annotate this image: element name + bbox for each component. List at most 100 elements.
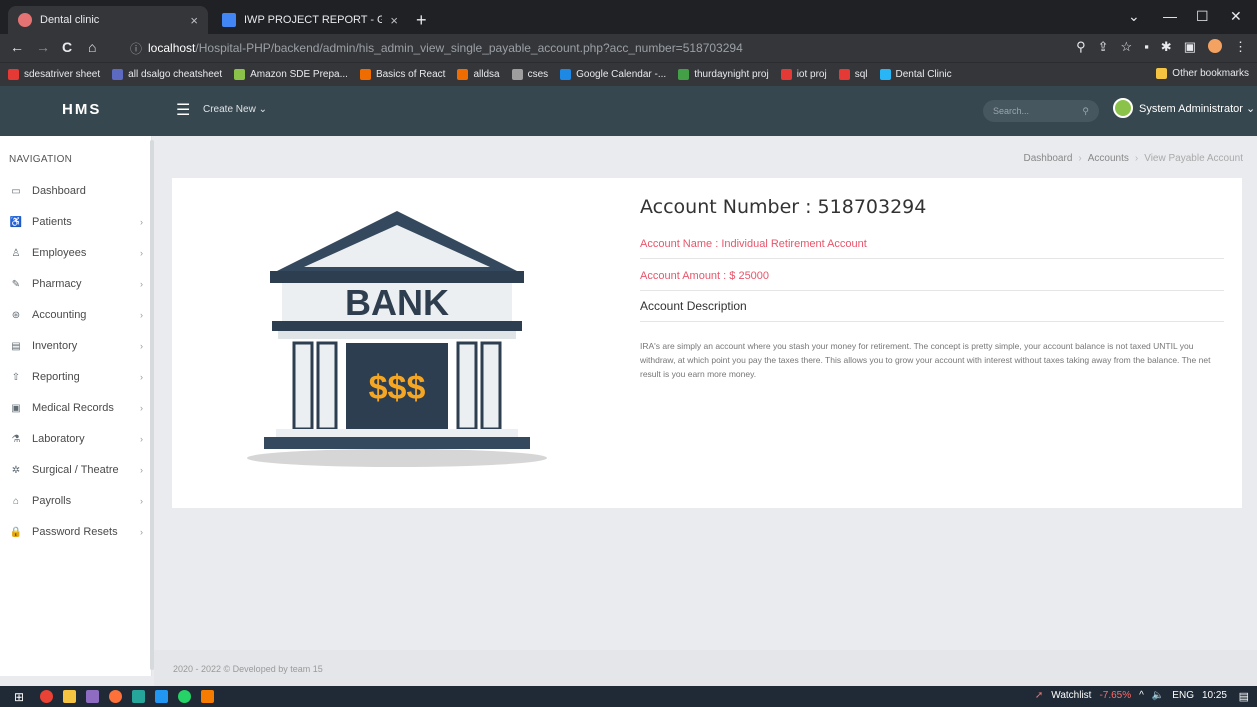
navigation-title: NAVIGATION xyxy=(9,154,73,165)
sidebar-item-label: Medical Records xyxy=(32,402,114,414)
sidebar-item-medical-records[interactable]: ▣ Medical Records › xyxy=(9,397,149,419)
search-icon[interactable]: ⚲ xyxy=(1082,106,1089,117)
sidebar-item-surgical-theatre[interactable]: ✲ Surgical / Theatre › xyxy=(9,459,149,481)
sidebar-item-pharmacy[interactable]: ✎ Pharmacy › xyxy=(9,273,149,295)
sidebar-item-icon: ✲ xyxy=(11,464,21,476)
sidebar-item-label: Reporting xyxy=(32,371,80,383)
sidebar-item-label: Accounting xyxy=(32,309,87,321)
bookmark-favicon-icon xyxy=(112,69,124,80)
bookmark-item[interactable]: iot proj xyxy=(780,69,827,80)
close-tab-icon[interactable]: × xyxy=(390,13,398,28)
extension-icon[interactable]: ▪ xyxy=(1144,39,1149,55)
bookmark-item[interactable]: sql xyxy=(838,69,868,80)
footer: 2020 - 2022 © Developed by team 15 xyxy=(154,650,1257,686)
back-button[interactable]: ← xyxy=(10,39,24,55)
bookmark-item[interactable]: thurdaynight proj xyxy=(678,69,769,80)
sidebar-item-inventory[interactable]: ▤ Inventory › xyxy=(9,335,149,357)
file-explorer-icon[interactable] xyxy=(63,690,76,703)
sidebar-item-patients[interactable]: ♿ Patients › xyxy=(9,211,149,233)
bookmark-label: Amazon SDE Prepa... xyxy=(250,69,348,80)
tab-project-report[interactable]: IWP PROJECT REPORT - Google [ × xyxy=(212,6,408,34)
reload-button[interactable]: C xyxy=(62,39,72,55)
bookmark-item[interactable]: sdesatriver sheet xyxy=(8,69,100,80)
extensions-puzzle-icon[interactable]: ✱ xyxy=(1161,39,1172,55)
zoom-icon[interactable]: ⚲ xyxy=(1076,39,1086,55)
vscode-app-icon[interactable] xyxy=(155,690,168,703)
new-tab-button[interactable]: + xyxy=(416,10,427,31)
bookmark-star-icon[interactable]: ☆ xyxy=(1121,39,1133,55)
bookmark-favicon-icon xyxy=(560,69,572,80)
app-icon[interactable] xyxy=(132,690,145,703)
forward-button[interactable]: → xyxy=(36,39,50,55)
watchlist-label[interactable]: Watchlist xyxy=(1051,690,1091,701)
notifications-icon[interactable]: ▤ xyxy=(1239,690,1249,703)
app-icon[interactable] xyxy=(86,690,99,703)
tab-search-icon[interactable]: ⌄ xyxy=(1128,8,1140,25)
sidebar-item-label: Dashboard xyxy=(32,185,86,197)
tab-title: Dental clinic xyxy=(40,14,100,26)
maximize-button[interactable]: ☐ xyxy=(1196,8,1209,25)
windows-start-icon[interactable]: ⊞ xyxy=(14,690,24,704)
breadcrumb-accounts[interactable]: Accounts xyxy=(1088,153,1129,164)
sidebar-item-reporting[interactable]: ⇧ Reporting › xyxy=(9,366,149,388)
account-card: BANK $$$ Account Number : 518703294 Acco… xyxy=(172,178,1242,508)
whatsapp-app-icon[interactable] xyxy=(178,690,191,703)
user-menu[interactable]: System Administrator ⌄ xyxy=(1113,98,1255,118)
close-window-button[interactable]: ✕ xyxy=(1230,8,1242,25)
sidebar-item-employees[interactable]: ♙ Employees › xyxy=(9,242,149,264)
browser-toolbar: ← → C ⌂ ⓘ localhost/Hospital-PHP/backend… xyxy=(0,34,1257,62)
menu-kebab-icon[interactable]: ⋮ xyxy=(1234,39,1247,55)
bookmark-item[interactable]: Google Calendar -... xyxy=(560,69,666,80)
sidepanel-icon[interactable]: ▣ xyxy=(1184,39,1196,55)
bookmark-label: alldsa xyxy=(473,69,500,80)
search-input[interactable]: Search... xyxy=(993,106,1029,116)
folder-icon xyxy=(1156,68,1168,79)
sidebar-item-icon: ⚗ xyxy=(11,433,21,445)
volume-icon[interactable]: 🔈 xyxy=(1152,690,1164,701)
sidebar-item-icon: 🔒 xyxy=(9,526,23,538)
sidebar-item-accounting[interactable]: ⊛ Accounting › xyxy=(9,304,149,326)
profile-avatar-icon[interactable] xyxy=(1208,39,1222,53)
bookmark-item[interactable]: alldsa xyxy=(457,69,500,80)
home-button[interactable]: ⌂ xyxy=(88,39,96,55)
chrome-app-icon[interactable] xyxy=(40,690,53,703)
bookmark-favicon-icon xyxy=(678,69,690,80)
tab-dental-clinic[interactable]: Dental clinic × xyxy=(8,6,208,34)
create-new-dropdown[interactable]: Create New ⌄ xyxy=(203,104,267,115)
address-bar[interactable]: ⓘ localhost/Hospital-PHP/backend/admin/h… xyxy=(130,38,1070,58)
sidebar-item-password-resets[interactable]: 🔒 Password Resets › xyxy=(9,521,149,543)
breadcrumb-current: View Payable Account xyxy=(1144,153,1243,164)
bookmark-label: Dental Clinic xyxy=(895,69,952,80)
sidebar-item-label: Inventory xyxy=(32,340,78,352)
tray-expand-icon[interactable]: ^ xyxy=(1139,690,1144,701)
share-icon[interactable]: ⇪ xyxy=(1098,39,1109,55)
bookmark-item[interactable]: cses xyxy=(511,69,548,80)
bookmark-favicon-icon xyxy=(234,69,246,80)
account-amount: Account Amount : $ 25000 xyxy=(640,270,1224,291)
bookmark-item[interactable]: Amazon SDE Prepa... xyxy=(234,69,348,80)
bookmark-label: sdesatriver sheet xyxy=(24,69,101,80)
search-box[interactable]: Search... ⚲ xyxy=(983,100,1099,122)
app-icon[interactable] xyxy=(201,690,214,703)
sidebar-item-dashboard[interactable]: ▭ Dashboard xyxy=(9,180,149,202)
sidebar-item-payrolls[interactable]: ⌂ Payrolls › xyxy=(9,490,149,512)
other-bookmarks[interactable]: Other bookmarks xyxy=(1156,68,1249,79)
bank-illustration: BANK $$$ xyxy=(247,211,547,467)
sidebar-item-laboratory[interactable]: ⚗ Laboratory › xyxy=(9,428,149,450)
breadcrumb-dashboard[interactable]: Dashboard xyxy=(1023,153,1072,164)
bookmark-item[interactable]: Basics of React xyxy=(359,69,445,80)
language-indicator[interactable]: ENG xyxy=(1172,690,1194,701)
sidebar-scrollbar[interactable] xyxy=(150,140,154,670)
sidebar-item-icon: ▣ xyxy=(11,402,21,414)
site-info-icon[interactable]: ⓘ xyxy=(130,40,142,57)
clock[interactable]: 10:25 xyxy=(1202,690,1227,701)
close-tab-icon[interactable]: × xyxy=(190,13,198,28)
minimize-button[interactable]: — xyxy=(1163,8,1177,24)
bookmark-item[interactable]: Dental Clinic xyxy=(879,69,952,80)
hms-logo[interactable]: HMS xyxy=(62,101,101,118)
account-name: Account Name : Individual Retirement Acc… xyxy=(640,238,1224,259)
hamburger-menu-icon[interactable]: ☰ xyxy=(176,100,190,120)
bookmark-item[interactable]: all dsalgo cheatsheet xyxy=(112,69,222,80)
chevron-right-icon: › xyxy=(140,279,143,289)
firefox-app-icon[interactable] xyxy=(109,690,122,703)
